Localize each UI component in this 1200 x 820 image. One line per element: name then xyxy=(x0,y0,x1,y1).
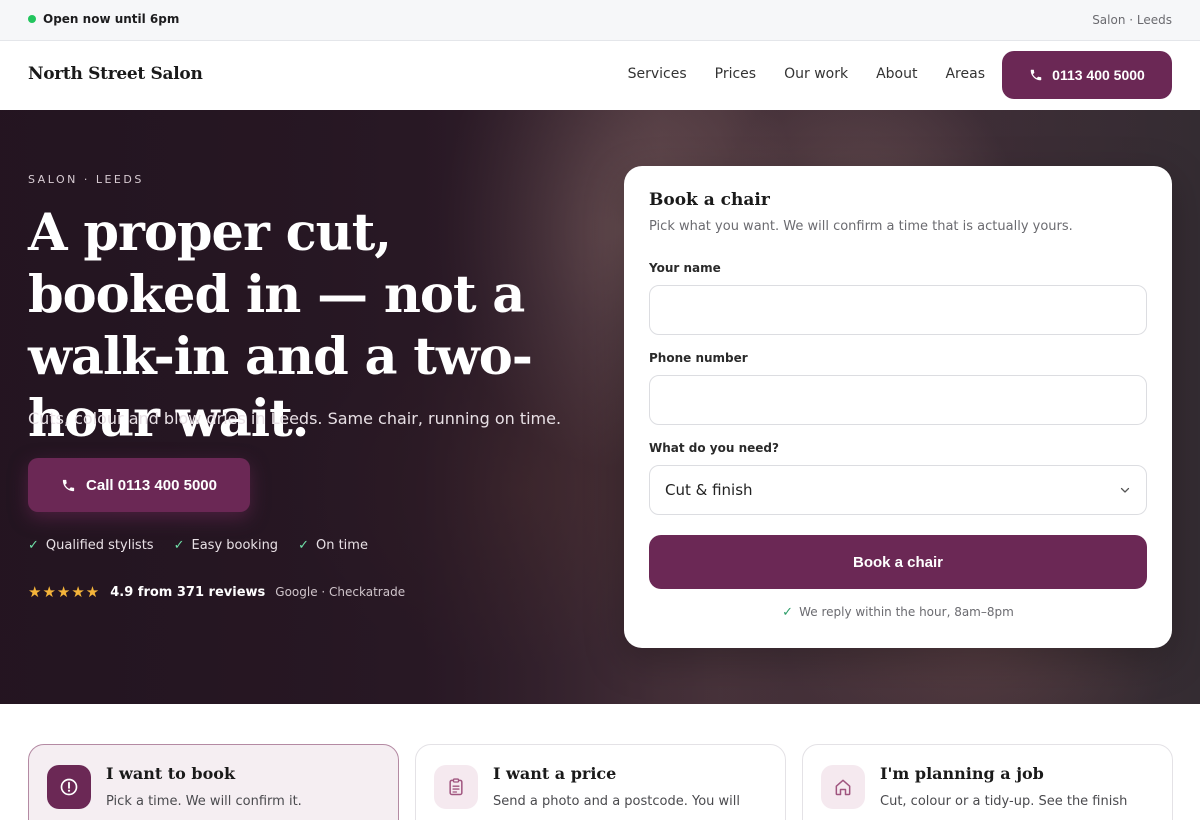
intent-cards: I want to book Pick a time. We will conf… xyxy=(28,744,1173,820)
hero-section: SALON · LEEDS A proper cut, booked in — … xyxy=(0,110,1200,704)
location-label: Salon · Leeds xyxy=(1092,13,1172,27)
trust-checks: ✓ Qualified stylists ✓ Easy booking ✓ On ti… xyxy=(28,538,368,553)
check-label: On time xyxy=(315,538,368,553)
check-item: ✓ Easy booking xyxy=(174,538,278,553)
chevron-down-icon xyxy=(1120,487,1130,493)
alert-circle-icon xyxy=(47,765,91,809)
intent-card-title: I'm planning a job xyxy=(880,764,1044,783)
check-item: ✓ Qualified stylists xyxy=(28,538,154,553)
check-label: Easy booking xyxy=(191,538,279,553)
header-call-label: 0113 400 5000 xyxy=(1052,67,1145,83)
check-icon: ✓ xyxy=(298,538,309,553)
name-field[interactable] xyxy=(649,285,1147,335)
intent-card-title: I want to book xyxy=(106,764,236,783)
open-dot-icon xyxy=(28,15,36,23)
intent-card-title: I want a price xyxy=(493,764,617,783)
open-status-text: Open now until 6pm xyxy=(43,12,180,26)
intent-card-text: Pick a time. We will confirm it. xyxy=(106,794,302,809)
hero-subline: Cuts, colour and blow dries in Leeds. Sa… xyxy=(28,409,562,428)
site-header: North Street Salon Services Prices Our w… xyxy=(0,41,1200,110)
booking-description: Pick what you want. We will confirm a ti… xyxy=(649,219,1073,234)
brand-logo[interactable]: North Street Salon xyxy=(28,64,203,84)
rating-row: ★★★★★ 4.9 from 371 reviews Google · Chec… xyxy=(28,583,405,601)
intent-card-plan[interactable]: I'm planning a job Cut, colour or a tidy… xyxy=(802,744,1173,820)
check-icon: ✓ xyxy=(28,538,39,553)
booking-card: Book a chair Pick what you want. We will… xyxy=(624,166,1172,648)
header-call-button[interactable]: 0113 400 5000 xyxy=(1002,51,1172,99)
nav-areas[interactable]: Areas xyxy=(945,66,985,82)
clipboard-icon xyxy=(434,765,478,809)
check-icon: ✓ xyxy=(173,538,185,553)
need-label: What do you need? xyxy=(649,441,779,455)
hero-call-label: Call 0113 400 5000 xyxy=(86,476,217,494)
house-icon xyxy=(821,765,865,809)
check-label: Qualified stylists xyxy=(45,538,154,553)
intent-card-price[interactable]: I want a price Send a photo and a postco… xyxy=(415,744,786,820)
intent-card-text: Cut, colour or a tidy-up. See the finish xyxy=(880,794,1128,809)
check-icon: ✓ xyxy=(782,605,794,620)
phone-icon xyxy=(1030,69,1042,81)
nav-our-work[interactable]: Our work xyxy=(784,66,848,82)
open-status: Open now until 6pm xyxy=(28,12,179,26)
reply-note-text: We reply within the hour, 8am–8pm xyxy=(799,605,1014,619)
phone-label: Phone number xyxy=(649,351,748,365)
status-bar: Open now until 6pm Salon · Leeds xyxy=(0,0,1200,41)
booking-title: Book a chair xyxy=(649,190,770,210)
hero-eyebrow: SALON · LEEDS xyxy=(28,173,144,186)
rating-score: 4.9 from 371 reviews xyxy=(110,584,266,600)
intent-card-book[interactable]: I want to book Pick a time. We will conf… xyxy=(28,744,399,820)
nav-about[interactable]: About xyxy=(876,66,917,82)
phone-field[interactable] xyxy=(649,375,1147,425)
star-rating-icon: ★★★★★ xyxy=(28,583,101,601)
phone-icon xyxy=(62,479,75,491)
book-chair-button[interactable]: Book a chair xyxy=(649,535,1147,589)
check-item: ✓ On time xyxy=(298,538,368,553)
hero-call-button[interactable]: Call 0113 400 5000 xyxy=(28,458,250,512)
reply-note: ✓ We reply within the hour, 8am–8pm xyxy=(624,605,1172,620)
intent-card-text: Send a photo and a postcode. You will xyxy=(493,794,740,809)
nav-prices[interactable]: Prices xyxy=(715,66,756,82)
rating-sources: Google · Checkatrade xyxy=(275,585,406,599)
name-label: Your name xyxy=(649,261,721,275)
main-nav: Services Prices Our work About Areas xyxy=(628,66,985,82)
service-select-value: Cut & finish xyxy=(665,481,753,499)
service-select[interactable]: Cut & finish xyxy=(649,465,1147,515)
nav-services[interactable]: Services xyxy=(628,66,687,82)
